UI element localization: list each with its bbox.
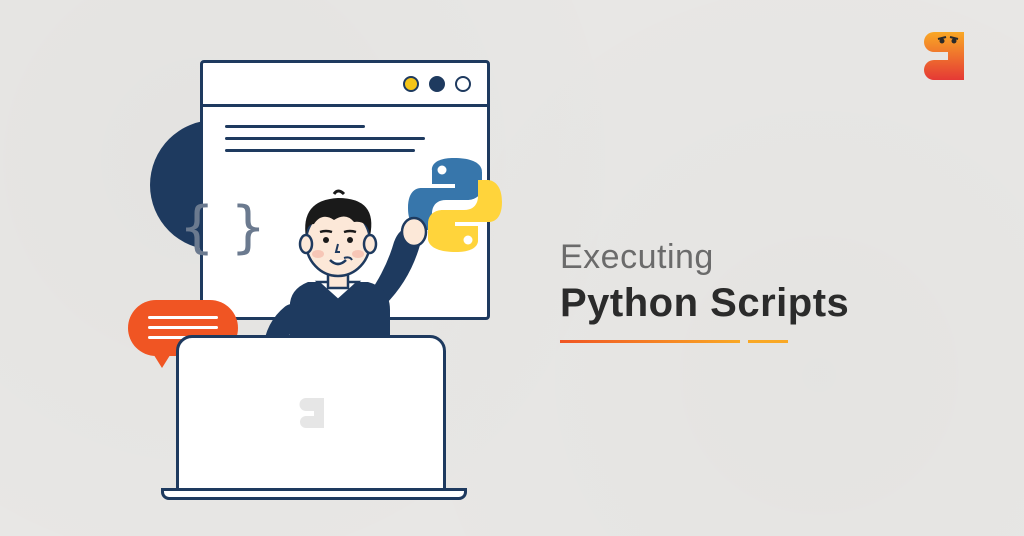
underline-segment-long [560,340,740,343]
laptop-brand-icon [297,396,331,430]
window-dot-yellow [403,76,419,92]
code-line [225,125,365,128]
browser-titlebar [203,63,487,107]
heading-block: Executing Python Scripts [560,238,849,343]
heading-line-2: Python Scripts [560,281,849,326]
window-dot-outline [455,76,471,92]
code-line [225,149,415,152]
heading-underline [560,340,849,343]
laptop-base [161,488,467,500]
speech-line [148,316,218,319]
code-line [225,137,425,140]
window-dot-navy [429,76,445,92]
brand-logo [920,28,976,84]
hero-illustration: { } [60,60,520,480]
laptop [176,335,446,500]
speech-line [148,326,218,329]
heading-line-1: Executing [560,238,849,277]
coding-ninjas-icon [920,28,976,84]
underline-segment-short [748,340,788,343]
